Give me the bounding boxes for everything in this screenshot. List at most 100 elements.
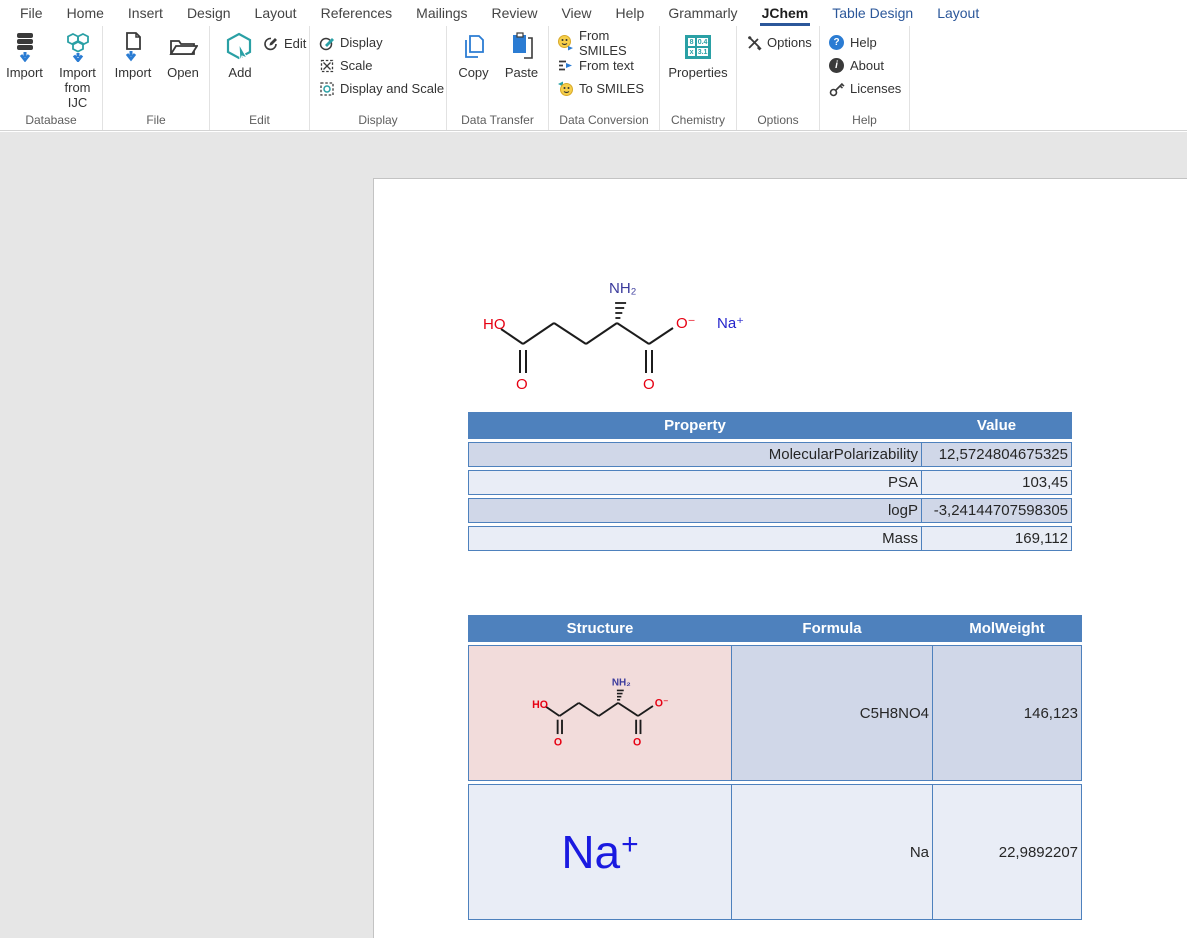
- tab-view[interactable]: View: [549, 1, 603, 26]
- tab-mailings[interactable]: Mailings: [404, 1, 479, 26]
- properties-cell-31: 3.1: [696, 47, 709, 57]
- property-value-table[interactable]: Property Value MolecularPolarizability 1…: [468, 409, 1072, 554]
- group-label-data-transfer: Data Transfer: [447, 113, 548, 127]
- carbonyl-o-left-label: O: [516, 376, 528, 393]
- carboxylate-o-small: O⁻: [655, 698, 669, 710]
- value-cell[interactable]: 103,45: [922, 470, 1072, 495]
- database-import-button[interactable]: Import: [0, 32, 49, 110]
- from-smiles-button[interactable]: From SMILES: [557, 34, 659, 51]
- molweight-cell[interactable]: 22,9892207: [933, 784, 1082, 920]
- word-window: File Home Insert Design Layout Reference…: [0, 0, 1187, 938]
- paste-button[interactable]: Paste: [500, 32, 544, 80]
- tab-jchem[interactable]: JChem: [750, 1, 821, 26]
- table-row[interactable]: Mass 169,112: [468, 526, 1072, 551]
- group-label-chemistry: Chemistry: [660, 113, 736, 127]
- copy-button[interactable]: Copy: [452, 32, 496, 80]
- tab-layout-contextual[interactable]: Layout: [925, 1, 991, 26]
- group-label-edit: Edit: [210, 113, 309, 127]
- display-and-scale-button[interactable]: Display and Scale: [318, 80, 446, 97]
- options-button[interactable]: Options: [745, 34, 819, 51]
- tab-home[interactable]: Home: [55, 1, 116, 26]
- table-row[interactable]: logP -3,24144707598305: [468, 498, 1072, 523]
- sodium-big-label: Na+: [561, 826, 638, 878]
- scale-button[interactable]: Scale: [318, 57, 446, 74]
- licenses-button[interactable]: Licenses: [828, 80, 909, 97]
- file-import-icon: [118, 32, 148, 62]
- carbonyl-o-right-small: O: [633, 736, 641, 748]
- display-icon: [318, 34, 335, 51]
- property-cell[interactable]: MolecularPolarizability: [468, 442, 922, 467]
- copy-icon: [459, 32, 489, 62]
- value-cell[interactable]: 12,5724804675325: [922, 442, 1072, 467]
- about-button[interactable]: i About: [828, 57, 909, 74]
- file-import-button[interactable]: Import: [108, 32, 158, 80]
- carboxylate-o-label: O⁻: [676, 315, 696, 332]
- group-label-help: Help: [820, 113, 909, 127]
- tab-review[interactable]: Review: [480, 1, 550, 26]
- to-smiles-button[interactable]: To SMILES: [557, 80, 659, 97]
- tab-file[interactable]: File: [8, 1, 55, 26]
- table-row[interactable]: MolecularPolarizability 12,5724804675325: [468, 442, 1072, 467]
- document-canvas[interactable]: HO O O O⁻ NH₂ Na⁺ Property Value Molecul…: [0, 132, 1187, 938]
- structure-cell-sodium[interactable]: Na+: [468, 784, 732, 920]
- value-cell[interactable]: -3,24144707598305: [922, 498, 1072, 523]
- table-row[interactable]: Na+ Na 22,9892207: [468, 784, 1082, 920]
- value-header: Value: [922, 412, 1072, 439]
- table-row[interactable]: PSA 103,45: [468, 470, 1072, 495]
- open-label: Open: [167, 65, 199, 80]
- properties-button[interactable]: 8 0.4 x 3.1 Properties: [666, 32, 730, 80]
- help-label: Help: [850, 35, 877, 50]
- display-button[interactable]: Display: [318, 34, 446, 51]
- tab-help[interactable]: Help: [604, 1, 657, 26]
- properties-cell-04: 0.4: [696, 37, 709, 47]
- structure-header: Structure: [468, 615, 732, 642]
- properties-cell-a: 8: [687, 37, 696, 47]
- formula-cell[interactable]: C5H8NO4: [732, 645, 933, 781]
- key-icon: [828, 80, 845, 97]
- ijc-hexagons-icon: [63, 32, 93, 62]
- arrow-smiley-icon: [557, 80, 574, 97]
- open-button[interactable]: Open: [162, 32, 204, 80]
- import-from-ijc-button[interactable]: Import from IJC: [53, 32, 102, 110]
- scale-label: Scale: [340, 58, 373, 73]
- from-text-button[interactable]: From text: [557, 57, 659, 74]
- tab-references[interactable]: References: [309, 1, 405, 26]
- from-text-label: From text: [579, 58, 634, 73]
- file-import-label: Import: [115, 65, 152, 80]
- property-cell[interactable]: Mass: [468, 526, 922, 551]
- add-label: Add: [228, 65, 251, 80]
- ribbon-group-database: Import Import from IJC Database: [0, 26, 103, 130]
- table-row[interactable]: HO O O O⁻ NH₂ C5H8NO4 146,123: [468, 645, 1082, 781]
- add-button[interactable]: Add: [218, 32, 262, 80]
- display-and-scale-icon: [318, 80, 335, 97]
- formula-cell[interactable]: Na: [732, 784, 933, 920]
- ribbon-empty-space: [910, 26, 1187, 130]
- carbonyl-o-right-label: O: [643, 376, 655, 393]
- property-cell[interactable]: logP: [468, 498, 922, 523]
- options-label: Options: [767, 35, 812, 50]
- structure-table[interactable]: Structure Formula MolWeight: [468, 612, 1082, 923]
- value-cell[interactable]: 169,112: [922, 526, 1072, 551]
- amine-label: NH₂: [609, 280, 637, 297]
- properties-label: Properties: [668, 65, 727, 80]
- properties-cell-x: x: [687, 47, 696, 57]
- ribbon-group-data-transfer: Copy Paste Data Transfer: [447, 26, 549, 130]
- word-page[interactable]: HO O O O⁻ NH₂ Na⁺ Property Value Molecul…: [373, 178, 1187, 938]
- display-and-scale-label: Display and Scale: [340, 81, 444, 96]
- molweight-cell[interactable]: 146,123: [933, 645, 1082, 781]
- group-label-database: Database: [0, 113, 102, 127]
- tab-design[interactable]: Design: [175, 1, 243, 26]
- tab-insert[interactable]: Insert: [116, 1, 175, 26]
- structure-cell-glutamate[interactable]: HO O O O⁻ NH₂: [468, 645, 732, 781]
- glutamate-sodium-structure[interactable]: HO O O O⁻ NH₂ Na⁺: [461, 271, 761, 401]
- property-cell[interactable]: PSA: [468, 470, 922, 495]
- tab-table-design[interactable]: Table Design: [820, 1, 925, 26]
- edit-button[interactable]: Edit: [262, 35, 306, 52]
- amine-label-small: NH₂: [612, 677, 631, 688]
- group-label-options: Options: [737, 113, 819, 127]
- structure-table-header-row: Structure Formula MolWeight: [468, 615, 1082, 642]
- tab-layout[interactable]: Layout: [243, 1, 309, 26]
- glutamate-structure-small: HO O O O⁻ NH₂: [527, 673, 673, 749]
- tab-grammarly[interactable]: Grammarly: [656, 1, 749, 26]
- help-button[interactable]: ? Help: [828, 34, 909, 51]
